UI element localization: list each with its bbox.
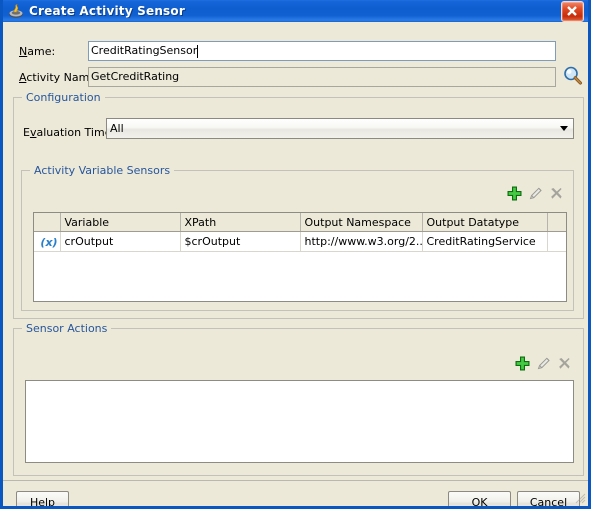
name-label: Name:	[19, 44, 56, 58]
cell-xpath: $crOutput	[180, 231, 301, 252]
name-field-row: Name:	[19, 41, 55, 61]
add-sensor-action-button[interactable]	[514, 355, 531, 372]
dialog-content: Name: CreditRatingSensor Activity Name: …	[3, 22, 588, 506]
column-header-output-namespace[interactable]: Output Namespace	[300, 213, 423, 232]
cell-output-datatype: CreditRatingService	[422, 231, 548, 252]
name-input[interactable]: CreditRatingSensor	[88, 41, 556, 61]
table-header-row: Variable XPath Output Namespace Output D…	[34, 213, 566, 232]
edit-variable-sensor-button[interactable]	[527, 185, 544, 202]
cell-variable: crOutput	[60, 231, 181, 252]
add-variable-sensor-button[interactable]	[506, 185, 523, 202]
evaluation-time-row: Evaluation Time:	[23, 122, 115, 142]
name-input-value: CreditRatingSensor	[91, 44, 198, 57]
activity-variable-sensors-table[interactable]: Variable XPath Output Namespace Output D…	[33, 212, 567, 302]
column-header-xpath[interactable]: XPath	[180, 213, 301, 232]
evaluation-time-value: All	[110, 122, 124, 135]
evaluation-time-select[interactable]: All	[106, 118, 574, 139]
title-bar: Create Activity Sensor	[3, 0, 588, 22]
help-button[interactable]: Help	[16, 491, 69, 506]
cell-filler	[547, 231, 566, 252]
column-header-variable[interactable]: Variable	[60, 213, 181, 232]
footer-divider	[3, 480, 588, 481]
activity-variable-sensors-toolbar	[506, 185, 565, 202]
sensor-actions-toolbar	[514, 355, 573, 372]
column-header-filler[interactable]	[547, 213, 566, 232]
delete-sensor-action-button[interactable]	[556, 355, 573, 372]
java-bean-icon	[8, 3, 24, 19]
activity-name-value: GetCreditRating	[91, 70, 180, 83]
ok-button[interactable]: OK	[448, 491, 511, 506]
variable-sensors-grid: Variable XPath Output Namespace Output D…	[34, 213, 566, 252]
text-caret	[197, 44, 199, 58]
magnifier-icon[interactable]	[562, 65, 584, 87]
create-activity-sensor-dialog: Create Activity Sensor Name: CreditRatin…	[0, 0, 591, 509]
svg-text:(x): (x)	[40, 236, 57, 249]
column-header-output-datatype[interactable]: Output Datatype	[422, 213, 548, 232]
table-row[interactable]: (x) crOutput $crOutput http://www.w3.org…	[34, 231, 566, 252]
evaluation-time-label: Evaluation Time:	[23, 125, 116, 139]
activity-variable-sensors-title: Activity Variable Sensors	[30, 164, 175, 177]
resize-grip[interactable]	[574, 492, 586, 504]
column-header-icon[interactable]	[34, 213, 61, 232]
chevron-down-icon	[555, 119, 573, 138]
close-icon[interactable]	[561, 0, 584, 22]
configuration-group-title: Configuration	[22, 91, 105, 104]
cancel-button[interactable]: Cancel	[517, 491, 580, 506]
delete-variable-sensor-button[interactable]	[548, 185, 565, 202]
row-variable-icon-cell: (x)	[34, 231, 61, 252]
edit-sensor-action-button[interactable]	[535, 355, 552, 372]
variable-x-icon: (x)	[40, 235, 58, 249]
sensor-actions-list[interactable]	[25, 380, 574, 463]
cell-output-namespace: http://www.w3.org/2...	[300, 231, 423, 252]
sensor-actions-title: Sensor Actions	[22, 322, 112, 335]
activity-name-input[interactable]: GetCreditRating	[88, 67, 556, 87]
window-title: Create Activity Sensor	[29, 4, 185, 18]
